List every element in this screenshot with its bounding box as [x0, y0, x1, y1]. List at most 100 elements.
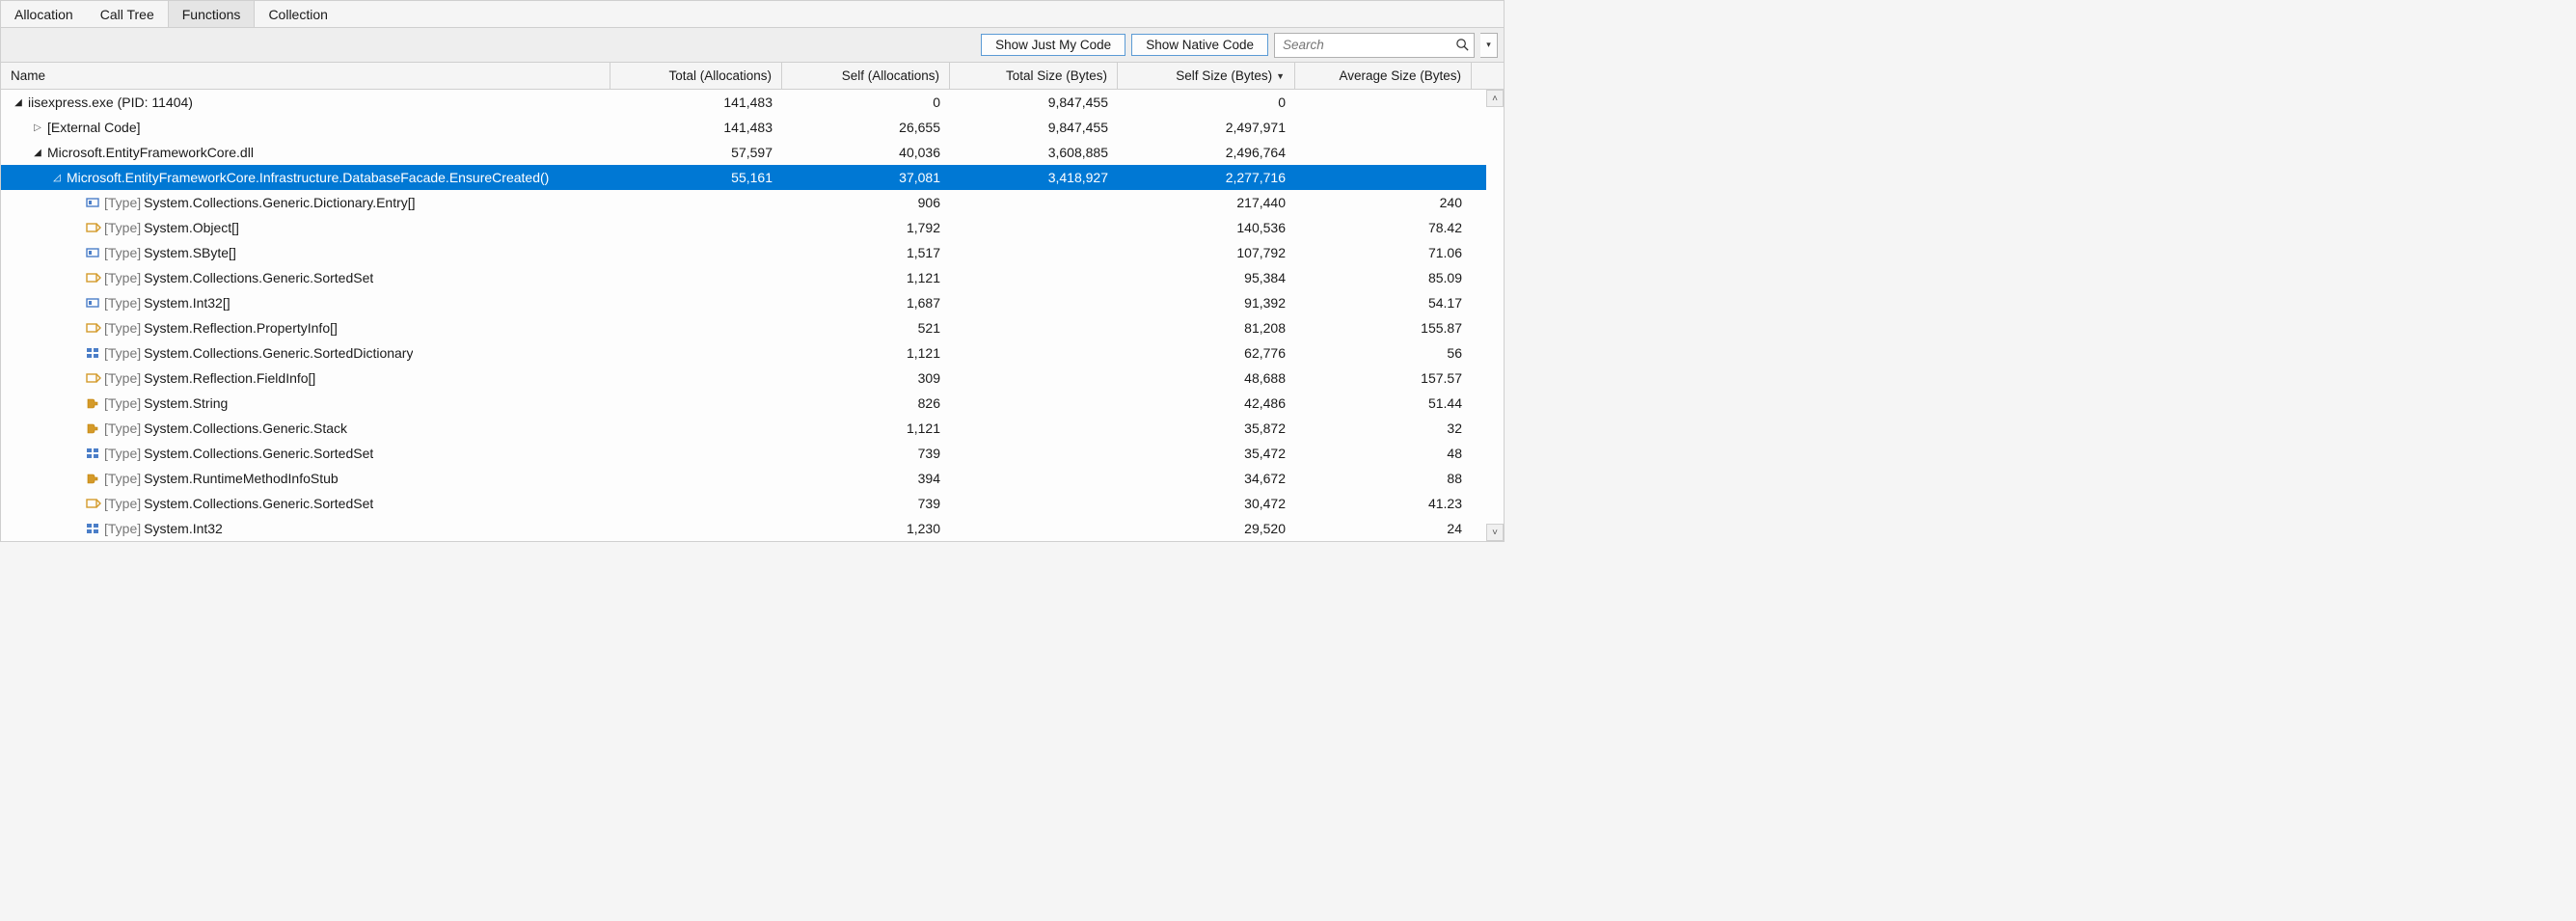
- table-row[interactable]: [Type] System.Collections.Generic.Sorted…: [1, 441, 1486, 466]
- tab-collection[interactable]: Collection: [255, 1, 340, 27]
- expand-spacer: [69, 296, 83, 310]
- type-tag: [Type]: [104, 270, 141, 285]
- show-just-my-code-button[interactable]: Show Just My Code: [981, 34, 1125, 56]
- col-total-size[interactable]: Total Size (Bytes): [950, 63, 1118, 89]
- cell-avg-size: 32: [1295, 420, 1472, 436]
- table-row[interactable]: [Type] System.Int321,23029,52024: [1, 516, 1486, 541]
- col-name[interactable]: Name: [1, 63, 610, 89]
- expand-toggle-icon[interactable]: ▷: [31, 121, 44, 134]
- cell-avg-size: 157.57: [1295, 370, 1472, 386]
- type-tag: [Type]: [104, 370, 141, 386]
- string-type-icon: [86, 396, 101, 410]
- cell-self-size: 95,384: [1118, 270, 1295, 285]
- type-tag: [Type]: [104, 195, 141, 210]
- cell-self-alloc: 739: [782, 496, 950, 511]
- cell-self-size: 217,440: [1118, 195, 1295, 210]
- cell-self-alloc: 0: [782, 95, 950, 110]
- table-row[interactable]: [Type] System.Collections.Generic.Dictio…: [1, 190, 1486, 215]
- cell-self-alloc: 1,230: [782, 521, 950, 536]
- row-name: System.Object[]: [144, 220, 239, 235]
- expand-spacer: [69, 396, 83, 410]
- table-row[interactable]: ◢Microsoft.EntityFrameworkCore.dll 57,597…: [1, 140, 1486, 165]
- col-self-alloc[interactable]: Self (Allocations): [782, 63, 950, 89]
- expand-toggle-icon[interactable]: ◿: [50, 171, 64, 184]
- scroll-up-button[interactable]: ˄: [1486, 90, 1504, 107]
- cell-self-size: 2,496,764: [1118, 145, 1295, 160]
- cell-total-alloc: 141,483: [610, 95, 782, 110]
- cell-self-alloc: 1,121: [782, 420, 950, 436]
- cell-self-alloc: 826: [782, 395, 950, 411]
- table-row[interactable]: ◢iisexpress.exe (PID: 11404)141,48309,84…: [1, 90, 1486, 115]
- type-tag: [Type]: [104, 295, 141, 311]
- cell-self-alloc: 1,121: [782, 345, 950, 361]
- rows-viewport: ◢iisexpress.exe (PID: 11404)141,48309,84…: [1, 90, 1504, 541]
- cell-self-alloc: 1,792: [782, 220, 950, 235]
- table-row[interactable]: [Type] System.Collections.Generic.Sorted…: [1, 340, 1486, 366]
- type-tag: [Type]: [104, 420, 141, 436]
- expand-spacer: [69, 346, 83, 360]
- expand-spacer: [69, 221, 83, 234]
- expand-spacer: [69, 371, 83, 385]
- type-tag: [Type]: [104, 395, 141, 411]
- cell-total-size: 9,847,455: [950, 95, 1118, 110]
- scroll-down-button[interactable]: ˅: [1486, 524, 1504, 541]
- tab-allocation[interactable]: Allocation: [1, 1, 87, 27]
- profiler-window: Allocation Call Tree Functions Collectio…: [0, 0, 1505, 542]
- table-row[interactable]: ▷[External Code]141,48326,6559,847,4552,…: [1, 115, 1486, 140]
- expand-spacer: [69, 447, 83, 460]
- col-avg-size[interactable]: Average Size (Bytes): [1295, 63, 1472, 89]
- cell-self-alloc: 394: [782, 471, 950, 486]
- tab-functions[interactable]: Functions: [168, 1, 256, 27]
- table-row[interactable]: [Type] System.Int32[]1,68791,39254.17: [1, 290, 1486, 315]
- class-type-icon: [86, 497, 101, 510]
- struct-type-icon: [86, 296, 101, 310]
- search-box[interactable]: [1274, 33, 1475, 58]
- row-name: [External Code]: [47, 120, 141, 135]
- expand-spacer: [69, 472, 83, 485]
- search-icon[interactable]: [1451, 35, 1474, 56]
- table-row[interactable]: [Type] System.Collections.Generic.Stack 1…: [1, 416, 1486, 441]
- column-headers: Name Total (Allocations) Self (Allocatio…: [1, 63, 1504, 90]
- cell-avg-size: 88: [1295, 471, 1472, 486]
- row-name: System.Collections.Generic.SortedSet: [144, 270, 373, 285]
- type-tag: [Type]: [104, 220, 141, 235]
- cell-total-alloc: 57,597: [610, 145, 782, 160]
- table-row[interactable]: [Type] System.Collections.Generic.Sorted…: [1, 265, 1486, 290]
- search-input[interactable]: [1275, 35, 1451, 55]
- cell-self-alloc: 1,121: [782, 270, 950, 285]
- cell-self-size: 0: [1118, 95, 1295, 110]
- row-name: Microsoft.EntityFrameworkCore.dll: [47, 145, 254, 160]
- table-row[interactable]: [Type] System.RuntimeMethodInfoStub39434…: [1, 466, 1486, 491]
- sorted-type-icon: [86, 522, 101, 535]
- row-name: System.SByte[]: [144, 245, 236, 260]
- string-type-icon: [86, 472, 101, 485]
- row-name: System.Collections.Generic.Stack: [144, 420, 347, 436]
- cell-self-alloc: 1,687: [782, 295, 950, 311]
- sorted-type-icon: [86, 346, 101, 360]
- table-row[interactable]: [Type] System.Reflection.PropertyInfo[]5…: [1, 315, 1486, 340]
- table-row[interactable]: [Type] System.Object[]1,792140,53678.42: [1, 215, 1486, 240]
- expand-toggle-icon[interactable]: ◢: [12, 95, 25, 109]
- cell-avg-size: 71.06: [1295, 245, 1472, 260]
- row-name: System.Collections.Generic.SortedSet: [144, 496, 373, 511]
- col-total-alloc[interactable]: Total (Allocations): [610, 63, 782, 89]
- search-options-dropdown[interactable]: ▾: [1480, 33, 1498, 58]
- cell-total-alloc: 141,483: [610, 120, 782, 135]
- type-tag: [Type]: [104, 446, 141, 461]
- expand-toggle-icon[interactable]: ◢: [31, 146, 44, 159]
- table-row[interactable]: [Type] System.Reflection.FieldInfo[]3094…: [1, 366, 1486, 391]
- table-row[interactable]: [Type] System.Collections.Generic.Sorted…: [1, 491, 1486, 516]
- cell-avg-size: 41.23: [1295, 496, 1472, 511]
- table-row[interactable]: [Type] System.String82642,48651.44: [1, 391, 1486, 416]
- row-name: System.Collections.Generic.Dictionary.En…: [144, 195, 415, 210]
- cell-self-size: 34,672: [1118, 471, 1295, 486]
- cell-self-alloc: 521: [782, 320, 950, 336]
- table-row[interactable]: [Type] System.SByte[]1,517107,79271.06: [1, 240, 1486, 265]
- table-row[interactable]: ◿Microsoft.EntityFrameworkCore.Infrastru…: [1, 165, 1486, 190]
- class-type-icon: [86, 321, 101, 335]
- tab-call-tree[interactable]: Call Tree: [87, 1, 168, 27]
- col-self-size[interactable]: Self Size (Bytes)▼: [1118, 63, 1295, 89]
- class-type-icon: [86, 371, 101, 385]
- cell-self-size: 29,520: [1118, 521, 1295, 536]
- show-native-code-button[interactable]: Show Native Code: [1131, 34, 1268, 56]
